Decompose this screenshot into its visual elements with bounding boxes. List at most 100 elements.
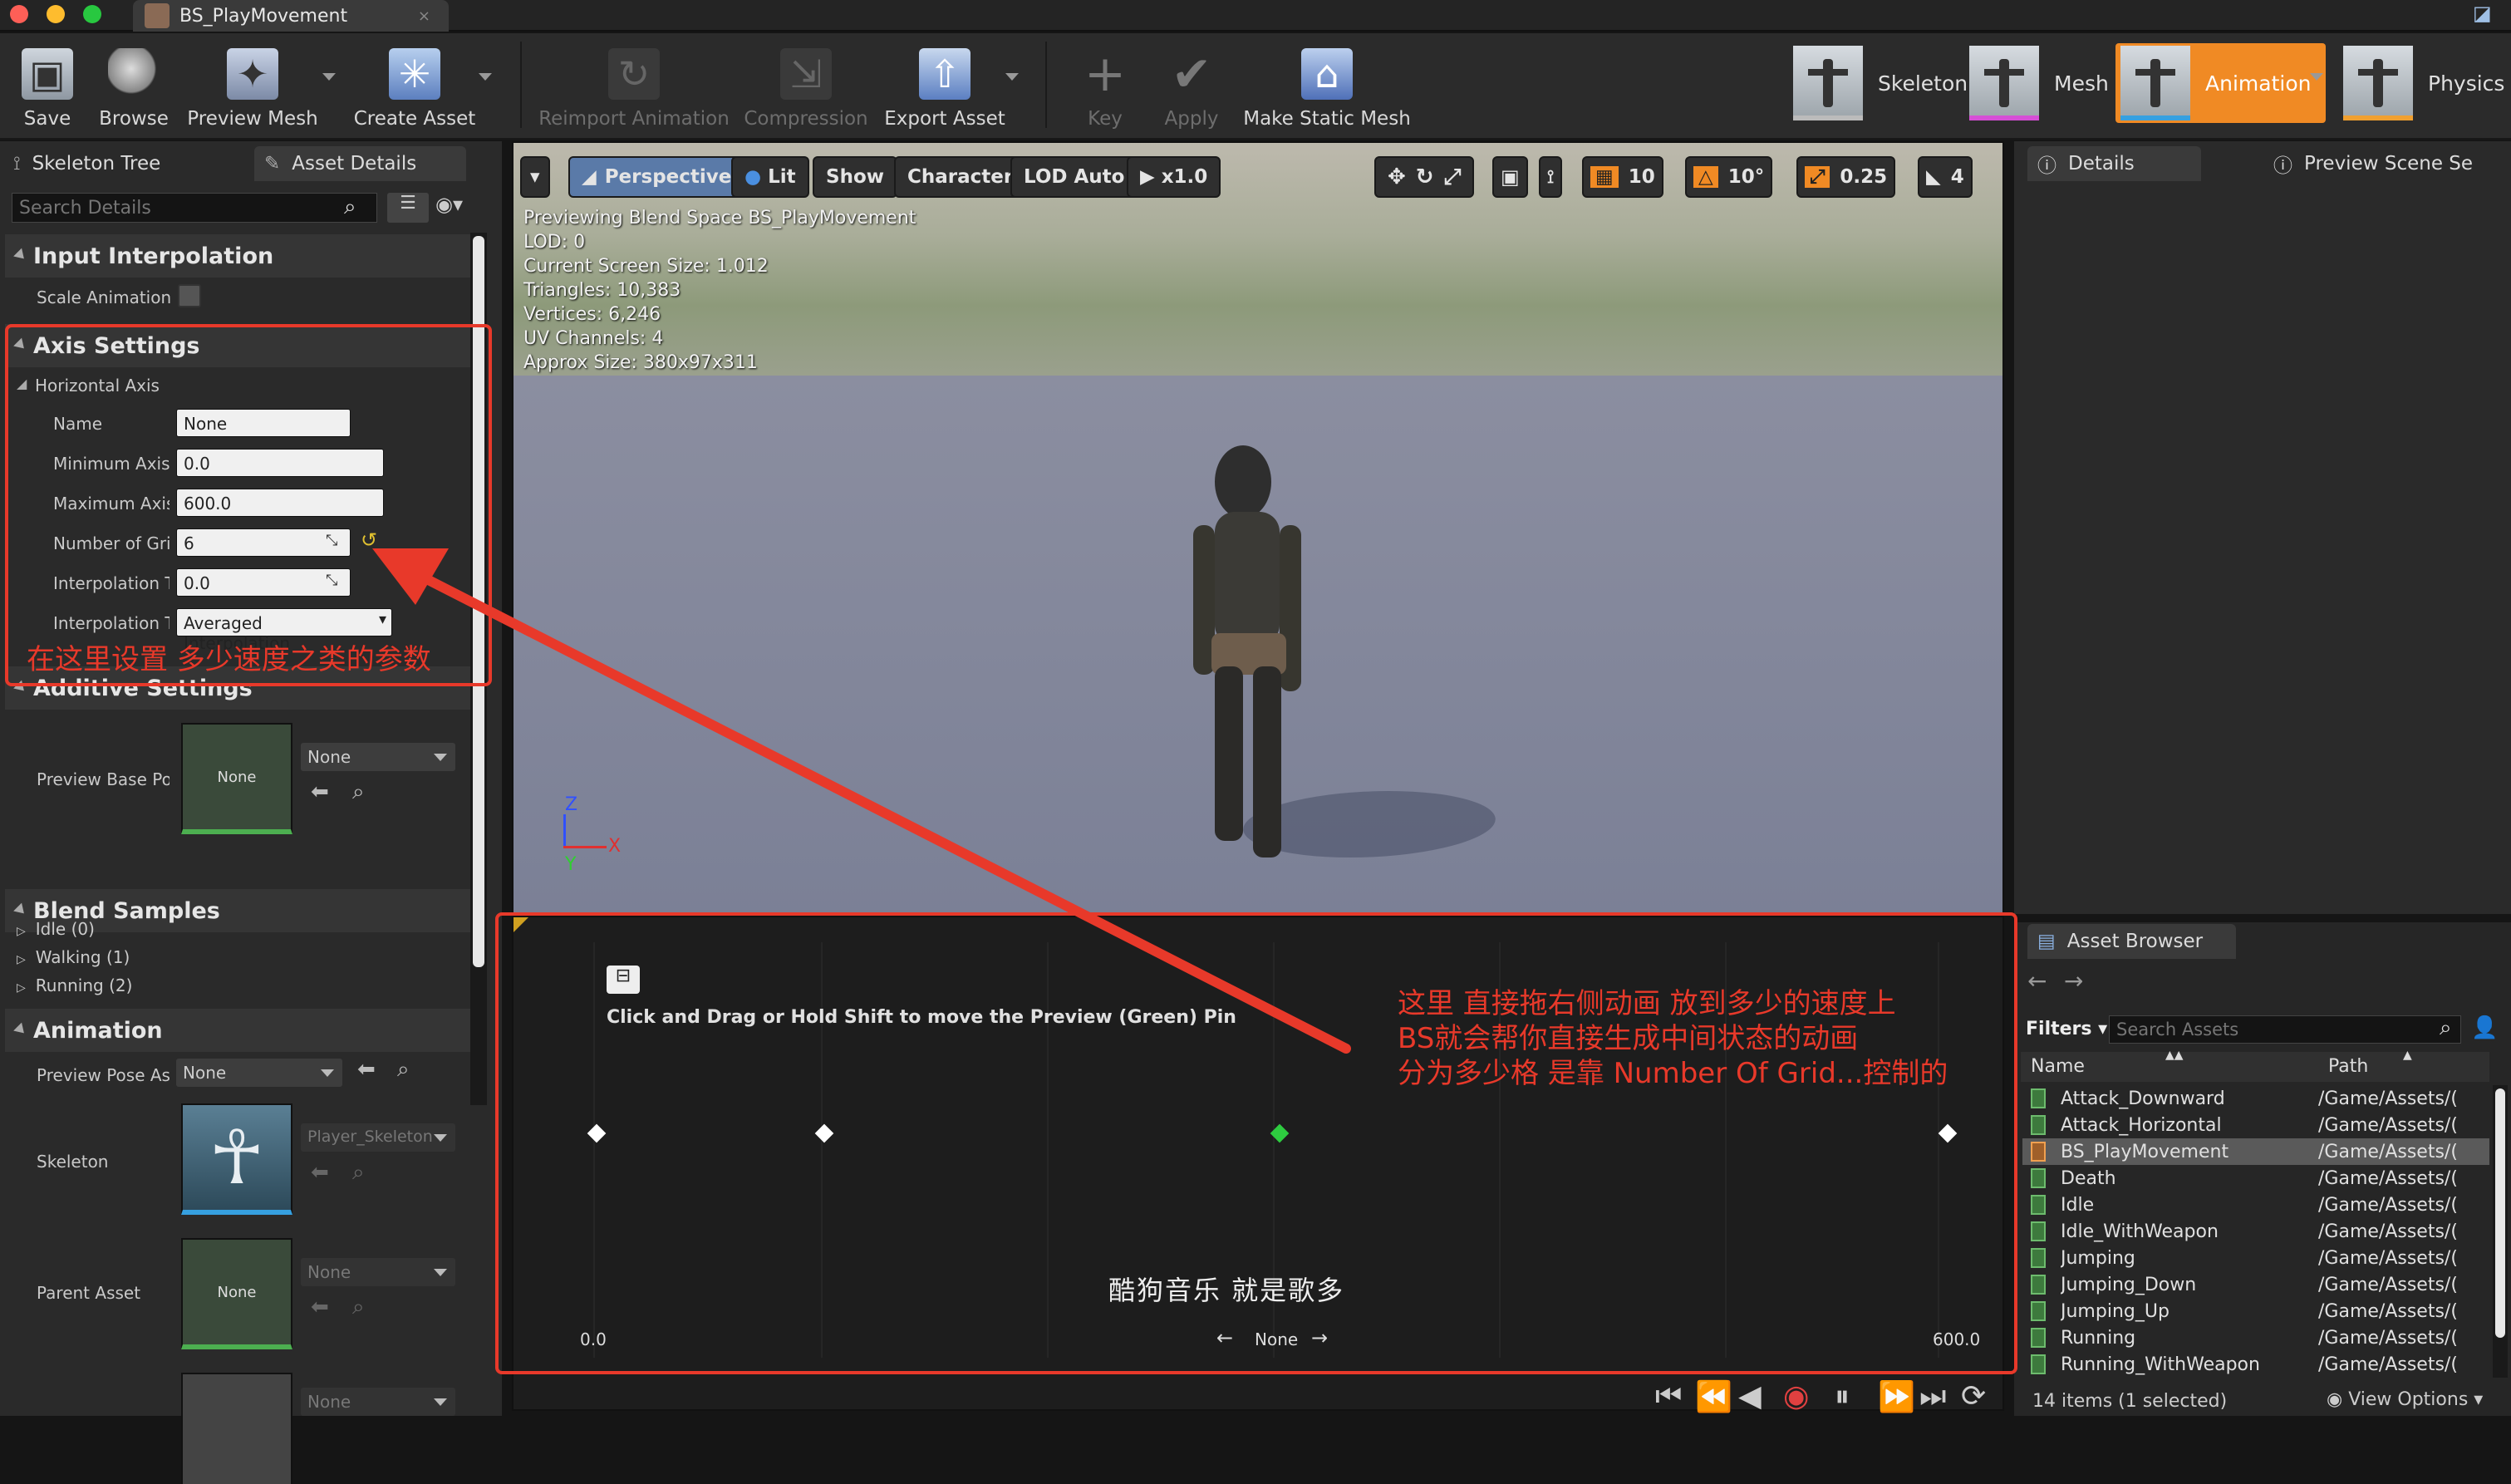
asset-row[interactable]: Jumping_Up/Game/Assets/( <box>2022 1298 2489 1324</box>
character-button[interactable]: Character <box>894 156 1027 198</box>
step-back-icon[interactable]: ⏪ <box>1695 1379 1732 1414</box>
section-animation[interactable]: Animation <box>5 1009 475 1052</box>
view-options-button[interactable]: ◉ View Options ▾ <box>2327 1389 2483 1410</box>
minimize-window-button[interactable] <box>47 5 65 23</box>
rotation-snap-icon[interactable]: △ <box>1693 166 1718 188</box>
perspective-button[interactable]: ◢ Perspective <box>568 156 745 198</box>
preview-mesh-button[interactable]: ✦ Preview Mesh <box>186 37 319 135</box>
apply-button[interactable]: ✔ Apply <box>1158 37 1225 135</box>
preview-base-pose-dropdown[interactable]: None <box>301 743 455 771</box>
tab-preview-scene[interactable]: ⓘ Preview Scene Se <box>2273 146 2473 181</box>
asset-row[interactable]: Attack_Downward/Game/Assets/( <box>2022 1085 2489 1112</box>
asset-row-selected[interactable]: BS_PlayMovement/Game/Assets/( <box>2022 1138 2489 1165</box>
tab-skeleton-tree[interactable]: ⟟ Skeleton Tree <box>13 146 160 181</box>
close-window-button[interactable] <box>10 5 28 23</box>
search-assets-input[interactable] <box>2109 1015 2461 1044</box>
rotation-snap-group[interactable]: △ 10° <box>1685 156 1773 198</box>
export-asset-button[interactable]: ⇧ Export Asset <box>882 37 1007 135</box>
scale-animation-checkbox[interactable] <box>178 284 201 307</box>
scale-snap-group[interactable]: ⤢ 0.25 <box>1796 156 1896 198</box>
parent-asset-thumbnail[interactable]: None <box>181 1238 292 1349</box>
mode-skeleton-button[interactable]: Skeleton <box>1793 43 1968 123</box>
lod-auto-button[interactable]: LOD Auto <box>1010 156 1138 198</box>
column-name-header[interactable]: Name <box>2031 1056 2085 1077</box>
asset-row[interactable]: Idle_WithWeapon/Game/Assets/( <box>2022 1218 2489 1245</box>
mode-physics-button[interactable]: Physics <box>2343 43 2504 123</box>
browse-button[interactable]: Browse <box>96 37 171 135</box>
show-button[interactable]: Show <box>813 156 897 198</box>
tab-asset-browser[interactable]: ▤ Asset Browser <box>2027 924 2237 959</box>
section-input-interpolation[interactable]: Input Interpolation <box>5 234 475 278</box>
asset-row[interactable]: Running/Game/Assets/( <box>2022 1324 2489 1351</box>
mode-mesh-button[interactable]: Mesh <box>1969 43 2109 123</box>
camera-speed-group[interactable]: ◣ 4 <box>1918 156 1973 198</box>
record-icon[interactable]: ◉ <box>1783 1379 1809 1413</box>
pause-icon[interactable]: ⏸ <box>1835 1379 1850 1414</box>
maximize-window-button[interactable] <box>83 5 101 23</box>
blend-sample-item[interactable]: ▷ Walking (1) <box>17 947 130 967</box>
surface-snap-toggle[interactable]: ⟟ <box>1539 156 1563 198</box>
preview-viewport[interactable]: ▾ ◢ Perspective ● Lit Show Character LOD A… <box>512 141 2004 914</box>
export-dropdown-icon[interactable] <box>1005 73 1019 81</box>
user-icon[interactable]: 👤 <box>2471 1015 2498 1040</box>
playback-speed-button[interactable]: ▶ x1.0 <box>1127 156 1221 198</box>
grid-snap-group[interactable]: ▦ 10 <box>1582 156 1663 198</box>
scale-icon[interactable]: ⤢ <box>1444 165 1462 190</box>
create-asset-dropdown-icon[interactable] <box>479 73 492 81</box>
view-options-grid-icon[interactable]: ☰ <box>387 193 429 223</box>
scale-snap-icon[interactable]: ⤢ <box>1805 166 1830 188</box>
grid-snap-icon[interactable]: ▦ <box>1590 166 1619 188</box>
rotation-snap-value[interactable]: 10° <box>1728 166 1765 188</box>
camera-speed-value[interactable]: 4 <box>1951 166 1964 188</box>
blend-sample-item[interactable]: ▷ Running (2) <box>17 975 132 995</box>
blend-sample-item[interactable]: ▷ Idle (0) <box>17 919 95 939</box>
tab-details[interactable]: ⓘ Details <box>2027 146 2201 181</box>
asset-row[interactable]: Jumping/Game/Assets/( <box>2022 1245 2489 1271</box>
use-selected-arrow-icon[interactable]: ⬅ <box>357 1057 376 1082</box>
viewport-options-button[interactable]: ▾ <box>520 156 550 198</box>
loop-icon[interactable]: ⟳ <box>1961 1379 1986 1413</box>
filters-button[interactable]: Filters ▾ <box>2026 1019 2107 1039</box>
make-static-mesh-button[interactable]: ⌂ Make Static Mesh <box>1241 37 1413 135</box>
forward-arrow-icon[interactable]: → <box>2064 967 2083 995</box>
tab-asset-details[interactable]: ✎ Asset Details <box>254 146 467 181</box>
lit-button[interactable]: ● Lit <box>731 156 809 198</box>
close-tab-icon[interactable]: × <box>418 7 430 25</box>
skeleton-thumbnail[interactable]: ☥ <box>181 1103 292 1215</box>
preview-mesh-dropdown-icon[interactable] <box>322 73 336 81</box>
visibility-eye-icon[interactable]: ◉▾ <box>435 193 485 223</box>
document-tab[interactable]: BS_PlayMovement × <box>133 0 449 32</box>
asset-row[interactable]: Running_WithWeapon/Game/Assets/( <box>2022 1351 2489 1378</box>
browse-magnifier-icon[interactable]: ⌕ <box>352 779 365 805</box>
grid-snap-value[interactable]: 10 <box>1629 166 1655 188</box>
notification-icon[interactable]: ◪ <box>2473 2 2499 25</box>
create-asset-button[interactable]: ✳ Create Asset <box>352 37 477 135</box>
asset-row[interactable]: Death/Game/Assets/( <box>2022 1165 2489 1192</box>
reimport-animation-button[interactable]: ↻ Reimport Animation <box>538 37 730 135</box>
rotate-icon[interactable]: ↻ <box>1416 165 1434 189</box>
preview-base-pose-thumbnail[interactable]: None <box>181 723 292 834</box>
save-button[interactable]: ▣ Save <box>12 37 83 135</box>
asset-row[interactable]: Attack_Horizontal/Game/Assets/( <box>2022 1112 2489 1138</box>
compression-button[interactable]: ⇲ Compression <box>740 37 872 135</box>
mode-animation-button[interactable]: Animation <box>2115 43 2327 123</box>
play-reverse-icon[interactable]: ◀ <box>1738 1379 1762 1413</box>
scale-snap-value[interactable]: 0.25 <box>1840 166 1887 188</box>
browse-magnifier-icon[interactable]: ⌕ <box>397 1057 410 1083</box>
step-forward-icon[interactable]: ⏩ <box>1878 1379 1915 1414</box>
translate-icon[interactable]: ✥ <box>1388 165 1406 189</box>
animation-mode-dropdown-icon[interactable] <box>2310 73 2323 81</box>
asset-row[interactable]: Idle/Game/Assets/( <box>2022 1192 2489 1218</box>
preview-pose-asset-dropdown[interactable]: None <box>176 1059 342 1087</box>
asset-row[interactable]: Jumping_Down/Game/Assets/( <box>2022 1271 2489 1298</box>
key-button[interactable]: + Key <box>1072 37 1138 135</box>
search-details-input[interactable] <box>12 193 377 223</box>
use-selected-arrow-icon[interactable]: ⬅ <box>311 779 329 804</box>
skip-to-end-icon[interactable]: ⏭ <box>1919 1379 1946 1414</box>
column-path-header[interactable]: Path <box>2328 1056 2368 1077</box>
world-local-toggle[interactable]: ▣ <box>1492 156 1528 198</box>
transform-tools-group[interactable]: ✥ ↻ ⤢ <box>1374 156 1475 198</box>
skip-to-start-icon[interactable]: ⏮ <box>1655 1379 1682 1414</box>
back-arrow-icon[interactable]: ← <box>2027 967 2047 995</box>
asset-list-scrollbar[interactable] <box>2493 1085 2508 1378</box>
